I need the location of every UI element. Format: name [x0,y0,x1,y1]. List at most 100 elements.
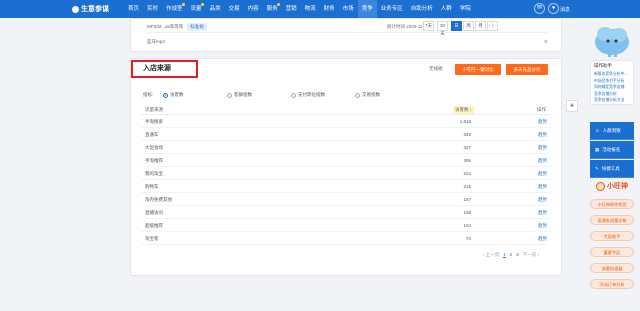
table-row: 淘宝客 74 趋势 [141,233,551,245]
nav-item[interactable]: 物流 [301,0,320,18]
nav-item[interactable]: 服务 [263,0,282,18]
nav-item[interactable]: 市场 [339,0,358,18]
new-dot-icon [276,3,280,6]
source-cell: 淘内免费其他 [145,197,172,202]
trend-link[interactable]: 趋势 [538,132,547,138]
brand-name: 生意参谋 [81,6,109,13]
source-cell: 大促会场 [145,145,163,150]
metric-options: 指标: 访客数 客群指数 支付转化指数 交易指数 [141,92,551,100]
help-link[interactable]: 竞争店铺分析方法 [591,97,633,104]
assistant-pill[interactable]: 直通车流量诊断 [590,215,634,225]
nav-item[interactable]: 竞争 [357,0,377,18]
nav-item[interactable]: 实时 [143,0,162,18]
nav-item[interactable]: 流量 [187,0,206,18]
quick-button-label: 快捷工具 [601,165,620,171]
user-menu[interactable]: 消息 [560,6,570,13]
table-row: 超级推荐 104 趋势 [141,220,551,232]
trend-link[interactable]: 趋势 [538,184,547,190]
metric-radio[interactable]: 访客数 [163,92,184,98]
mascot-icon [595,27,629,57]
metric-label: 访客数 [170,92,184,97]
visitors-cell: 349 [463,132,471,137]
quick-button[interactable]: ▦ 活动报名 [590,141,634,159]
period-option[interactable]: 周 [463,21,474,31]
assistant-avatar-icon [596,181,605,191]
table-row: 淘内免费其他 167 趋势 [141,194,551,206]
nav-item[interactable]: 财务 [320,0,339,18]
metric-radio[interactable]: 客群指数 [227,92,252,98]
assistant-pill[interactable]: 活动订单分析 [590,279,634,289]
calendar-icon: ▦ [595,146,600,152]
quick-button[interactable]: ✎ 快捷工具 [590,160,634,178]
period-option[interactable]: 7天 [423,21,434,31]
trend-link[interactable]: 趋势 [538,223,547,229]
source-cell: 手淘搜索 [145,119,163,124]
assistant-pill[interactable]: 流量加速器 [590,263,634,273]
col-visitors[interactable]: 访客数 ↓ [453,106,475,114]
trend-link[interactable]: 趋势 [538,210,547,216]
nav-item[interactable]: 内容 [244,0,263,18]
bell-icon[interactable]: ✉ [534,3,545,14]
table-row: 我的淘宝 224 趋势 [141,168,551,180]
assistant-pill[interactable]: 小旺神帮你找货 [590,199,634,209]
nav-item[interactable]: 人群 [437,0,456,18]
metric-radio[interactable]: 支付转化指数 [291,92,325,98]
assistant-brand[interactable]: 小旺神 [596,181,628,191]
table-row: 手淘搜索 1,818 趋势 [141,116,551,128]
trend-link[interactable]: 趋势 [538,145,547,151]
assistant-name: 小旺神 [607,183,628,190]
visitors-cell: 158 [463,210,471,215]
nav-item[interactable]: 作战室 [162,0,187,18]
col-action: 操作 [537,107,546,112]
visitors-cell: 1,818 [459,119,471,124]
metric-label: 交易指数 [362,92,380,97]
period-option[interactable]: ‹ 〉 [487,21,498,31]
trend-link[interactable]: 趋势 [538,119,547,125]
nav-item[interactable]: 学院 [456,0,475,18]
nav-item[interactable]: 品类 [206,0,225,18]
brand-logo[interactable]: 生意参谋 [72,4,109,14]
nav-item[interactable]: 自助分析 [407,0,437,18]
period-option[interactable]: 月 [475,21,486,31]
compare-button[interactable]: 小旺旺一键对比 [455,64,501,75]
new-dot-icon [200,3,204,6]
visitors-cell: 306 [463,158,471,163]
metric-radio[interactable]: 交易指数 [355,92,380,98]
radio-icon [163,92,168,98]
radio-icon [227,92,232,98]
next-page[interactable]: 下一页 › [523,252,539,258]
nav-item[interactable]: 首页 [124,0,143,18]
visitors-cell: 224 [463,171,471,176]
main-nav: 首页 实时 作战室 流量 品类 交易 内容 服务 营销 物流 财务 市场 竞争 业务专区 自助分析 人群 学院 [124,0,475,18]
assistant-pill[interactable]: 大促助手 [590,231,634,241]
nav-item[interactable]: 交易 [225,0,244,18]
nav-item[interactable]: 营销 [282,0,301,18]
trend-link[interactable]: 趋势 [538,236,547,242]
assistant-pill[interactable]: 蓄客专区 [590,247,634,257]
page-number[interactable]: 3 [516,252,519,258]
trend-link[interactable]: 趋势 [538,197,547,203]
page-number[interactable]: 2 [510,252,513,258]
item-name[interactable]: MP3/M...ds等等等 [147,24,183,30]
pagination: ‹ 上一页 123 下一页 › [483,252,539,258]
col-visitors-label: 访客数 [455,107,469,112]
quick-button-label: 活动报名 [602,146,621,152]
radio-icon [291,92,296,98]
message-icon[interactable]: ● [548,3,559,14]
period-option[interactable]: 30天 [437,21,448,36]
page-number[interactable]: 1 [503,252,506,258]
trend-link[interactable]: 趋势 [538,158,547,164]
device-selector[interactable]: 无线端 [429,66,443,72]
prev-page[interactable]: ‹ 上一页 [483,252,499,258]
keyword-value: 0 [544,39,547,44]
quick-button[interactable]: ☺ 人群洞察 [590,122,634,140]
competitor-analysis-button[interactable]: 多天竞品分析 [506,64,548,75]
trend-link[interactable]: 趋势 [538,171,547,177]
top-navigation-bar: 生意参谋 首页 实时 作战室 流量 品类 交易 内容 服务 营销 物流 财务 市场 竞争 业务专区 自助分析… [0,0,640,18]
period-option[interactable]: 日 [451,21,462,31]
nav-item[interactable]: 业务专区 [377,0,407,18]
sort-arrow-icon: ↓ [469,107,473,112]
source-cell: 淘宝客 [145,236,159,241]
keyword-row: 蓝牙mp3 0 [147,39,547,49]
pin-icon[interactable]: ⚹ [566,100,578,112]
